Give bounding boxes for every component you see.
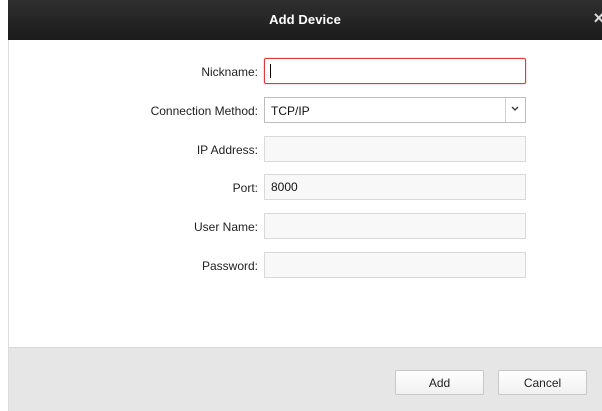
nickname-label: Nickname: [201, 65, 258, 79]
dialog-left-edge [0, 40, 9, 411]
port-value: 8000 [271, 180, 298, 194]
text-cursor [270, 64, 271, 78]
connection-method-select[interactable]: TCP/IP [264, 97, 526, 123]
password-field[interactable] [264, 252, 526, 278]
close-icon[interactable]: × [593, 9, 602, 27]
password-row: Password: [9, 252, 602, 280]
ip-address-row: IP Address: [9, 136, 602, 164]
dialog-footer: Add Cancel [9, 347, 602, 411]
dialog-title: Add Device [269, 12, 341, 27]
connection-method-value: TCP/IP [271, 104, 310, 118]
nickname-row: Nickname: [9, 58, 602, 86]
nickname-field[interactable] [264, 58, 526, 84]
user-name-field[interactable] [264, 213, 526, 239]
user-name-label: User Name: [193, 220, 258, 234]
password-label: Password: [201, 259, 258, 273]
ip-address-label: IP Address: [196, 143, 258, 157]
dialog-content: Nickname: Connection Method: TCP/IP IP A… [9, 40, 602, 347]
chevron-down-icon[interactable] [505, 98, 525, 122]
user-name-row: User Name: [9, 213, 602, 241]
port-row: Port: 8000 [9, 174, 602, 202]
dialog-titlebar: Add Device × [8, 0, 602, 40]
add-button[interactable]: Add [395, 370, 484, 395]
port-field[interactable]: 8000 [264, 174, 526, 200]
port-label: Port: [232, 181, 258, 195]
connection-method-row: Connection Method: TCP/IP [9, 97, 602, 125]
add-device-dialog: Add Device × Nickname: Connection Method… [0, 0, 602, 411]
connection-method-label: Connection Method: [150, 104, 258, 118]
ip-address-field[interactable] [264, 136, 526, 162]
cancel-button[interactable]: Cancel [498, 370, 587, 395]
